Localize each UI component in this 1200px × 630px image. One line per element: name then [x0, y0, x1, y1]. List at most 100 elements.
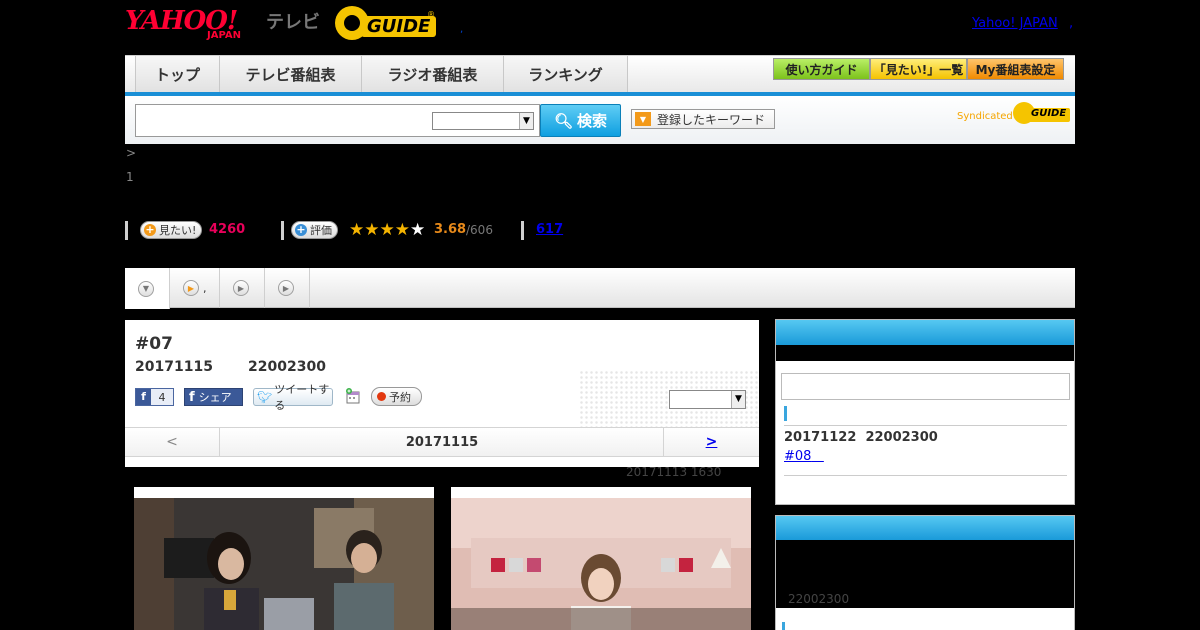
- registered-mark: ®: [427, 10, 435, 19]
- star-empty-icon: ★: [410, 220, 426, 240]
- sidebar-box-2: 22002300: [775, 515, 1075, 630]
- star-full-icon: ★: [349, 220, 365, 240]
- search-icon: 🔍︎: [553, 111, 574, 130]
- subtab-0[interactable]: ▼: [125, 268, 170, 309]
- sidebar-header: [776, 320, 1074, 345]
- star-partial-icon: ★: [394, 220, 410, 240]
- episode-date: 20171115: [135, 359, 213, 375]
- nav-tab-ranking[interactable]: ランキング: [504, 56, 628, 92]
- chevron-down-icon: ▼: [731, 391, 745, 408]
- syndicated-label: Syndicated: [957, 111, 1013, 122]
- twitter-bird-icon: 🐦︎: [257, 390, 273, 404]
- sidebar-header: [776, 516, 1074, 540]
- scene-photo-2[interactable]: [451, 487, 751, 630]
- divider: [521, 221, 524, 240]
- rate-label: 評価: [310, 224, 332, 237]
- sidebar-subheader: [776, 345, 1074, 361]
- subtab-3[interactable]: ▶: [265, 268, 310, 308]
- search-button[interactable]: 🔍︎ 検索: [540, 104, 621, 137]
- breadcrumb-arrow: >: [126, 146, 137, 160]
- syndicated-gguide-logo: GUIDE: [1013, 102, 1071, 126]
- sidebar-next-broadcast: 20171122 22002300 #08: [775, 319, 1075, 505]
- yahoo-japan-link[interactable]: Yahoo! JAPAN: [972, 16, 1058, 31]
- subtab-1[interactable]: ▶ ,: [170, 268, 220, 308]
- scene-image-1: [134, 498, 434, 630]
- facebook-like-button[interactable]: f 4: [135, 388, 174, 406]
- play-icon: ▶: [183, 280, 199, 296]
- yahoo-logo-sub: JAPAN: [207, 30, 241, 41]
- episode-select[interactable]: ▼: [669, 390, 746, 409]
- want-label: 見たい!: [159, 224, 197, 237]
- registered-keywords-button[interactable]: ▼ 登録したキーワード: [631, 109, 775, 129]
- plus-icon: +: [144, 223, 156, 236]
- like-count: 4: [158, 390, 166, 404]
- nav-tab-top[interactable]: トップ: [135, 56, 220, 92]
- section-marker: [784, 406, 787, 421]
- chevron-down-icon: ▼: [519, 113, 533, 129]
- tweet-button[interactable]: 🐦︎ ツイートする: [253, 383, 333, 412]
- syndicated-logo-text: GUIDE: [1027, 108, 1071, 122]
- dropdown-arrow-icon: ▼: [635, 112, 651, 126]
- pager-current-date: 20171115: [405, 434, 479, 450]
- gguide-logo-text: GUIDE: [361, 16, 437, 37]
- header-link-separator: ,: [1069, 16, 1074, 31]
- next-broadcast-time: 22002300: [865, 430, 938, 445]
- nav-tab-tv-schedule[interactable]: テレビ番組表: [220, 56, 362, 92]
- tweet-label: ツイートする: [274, 383, 330, 412]
- rating-stars: ★ ★ ★ ★ ★: [349, 220, 425, 240]
- facebook-icon: f: [136, 389, 151, 405]
- next-broadcast-datetime: 20171122 22002300: [784, 430, 938, 445]
- chevron-down-icon: ▼: [138, 280, 154, 297]
- scene-photo-1[interactable]: [134, 487, 434, 630]
- date-pager: < 20171115 >: [125, 427, 759, 457]
- main-nav: トップ テレビ番組表 ラジオ番組表 ランキング 使い方ガイド 「見たい!」一覧 …: [125, 55, 1075, 96]
- rate-button[interactable]: + 評価: [291, 221, 338, 239]
- want-button[interactable]: + 見たい!: [140, 221, 203, 239]
- gguide-logo[interactable]: GUIDE ®: [335, 6, 437, 40]
- episode-time: 22002300: [248, 359, 326, 375]
- record-dot-icon: [377, 392, 386, 401]
- review-count-link[interactable]: 617: [536, 222, 563, 237]
- reserve-button[interactable]: 予約: [371, 387, 422, 406]
- guide-button[interactable]: 使い方ガイド: [773, 58, 870, 80]
- nav-tab-radio-schedule[interactable]: ラジオ番組表: [362, 56, 504, 92]
- play-icon: ▶: [278, 280, 294, 296]
- episode-panel: #07 20171115 22002300 f 4 f シェア 🐦︎ ツイートす…: [125, 320, 759, 467]
- rating-total: /606: [466, 223, 493, 237]
- star-full-icon: ★: [379, 220, 395, 240]
- my-schedule-settings-button[interactable]: My番組表設定: [967, 58, 1064, 80]
- divider: [125, 221, 128, 240]
- plus-icon: +: [295, 223, 307, 236]
- sidebar-field[interactable]: [781, 373, 1070, 400]
- pager-prev[interactable]: <: [125, 428, 220, 456]
- divider: [784, 425, 1067, 426]
- facebook-share-button[interactable]: f シェア: [184, 388, 243, 406]
- section-marker: [782, 622, 785, 630]
- program-subtabs: ▼ ▶ , ▶ ▶: [125, 268, 1075, 309]
- page: YAHOO! JAPAN テレビ GUIDE ® , Yahoo! JAPAN …: [0, 0, 1200, 630]
- header-separator: ,: [460, 24, 464, 35]
- play-icon: ▶: [233, 280, 249, 296]
- next-episode-link[interactable]: #08: [784, 449, 824, 464]
- yahoo-japan-logo[interactable]: YAHOO! JAPAN: [125, 6, 265, 42]
- divider: [784, 475, 1067, 476]
- pager-next[interactable]: >: [663, 428, 759, 456]
- subtab-2[interactable]: ▶: [220, 268, 265, 308]
- sidebar-box-2-footer: [776, 608, 1074, 630]
- search-button-label: 検索: [577, 112, 608, 130]
- add-calendar-icon[interactable]: [345, 388, 361, 404]
- subtab-label: ,: [203, 281, 207, 295]
- registered-keywords-label: 登録したキーワード: [657, 112, 766, 127]
- tv-label[interactable]: テレビ: [266, 8, 320, 34]
- next-broadcast-date: 20171122: [784, 430, 857, 445]
- search-category-select[interactable]: ▼: [432, 112, 534, 130]
- rating-value: 3.68: [434, 222, 467, 237]
- want-count: 4260: [209, 222, 246, 237]
- want-list-button[interactable]: 「見たい!」一覧: [870, 58, 967, 80]
- star-full-icon: ★: [364, 220, 380, 240]
- share-label: シェア: [198, 391, 232, 404]
- episode-title: #07: [135, 334, 173, 354]
- breadcrumb-index: 1: [126, 170, 134, 184]
- search-bar: ▼ 🔍︎ 検索 ▼ 登録したキーワード Syndicated GUIDE: [125, 96, 1075, 144]
- divider: [281, 221, 284, 240]
